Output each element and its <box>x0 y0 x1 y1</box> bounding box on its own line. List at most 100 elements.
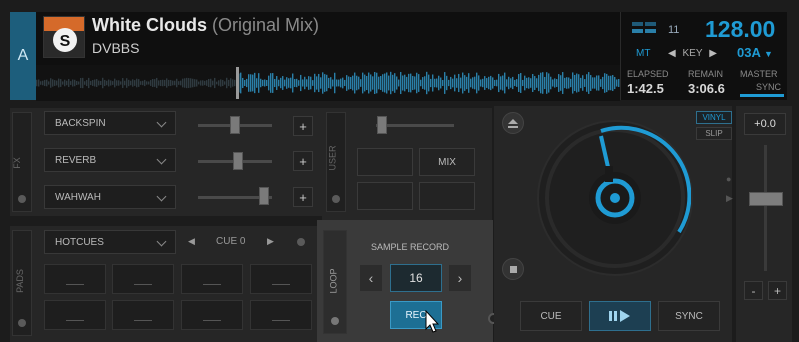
pitch-count: 11 <box>668 24 680 36</box>
pitch-slider-knob[interactable] <box>749 192 783 206</box>
pad-7[interactable] <box>181 300 243 330</box>
pitch-slider-track[interactable] <box>764 145 767 271</box>
waveform-bar <box>500 76 502 90</box>
pad-6[interactable] <box>112 300 174 330</box>
jog-wheel[interactable] <box>537 120 693 276</box>
pads-mode-dropdown[interactable]: HOTCUES <box>44 230 176 254</box>
pitch-plus-button[interactable]: + <box>768 281 787 300</box>
waveform-bar <box>406 76 408 90</box>
user-button-1[interactable] <box>357 148 413 176</box>
playhead-marker[interactable] <box>236 67 239 99</box>
master-tempo-button[interactable]: MT <box>636 48 650 59</box>
pitch-minus-button[interactable]: - <box>744 281 763 300</box>
waveform-bar <box>596 75 598 91</box>
bpm-display[interactable]: 128.00 <box>705 16 775 43</box>
waveform-bar <box>122 78 124 88</box>
waveform-bar <box>52 79 54 87</box>
waveform-bar <box>472 77 474 89</box>
elapsed-label: ELAPSED <box>627 69 669 79</box>
pads-led-2[interactable] <box>297 238 305 246</box>
user-led[interactable] <box>332 195 340 203</box>
pitch-value[interactable]: +0.0 <box>744 113 786 135</box>
waveform-bar <box>106 80 108 86</box>
vinyl-button[interactable]: VINYL <box>696 111 732 124</box>
waveform-bar <box>170 79 172 87</box>
fx-add-button-2[interactable]: + <box>293 151 313 171</box>
fx-dropdown-3[interactable]: WAHWAH <box>44 185 176 209</box>
fx-dropdown-2[interactable]: REVERB <box>44 148 176 172</box>
chevron-down-icon <box>156 191 167 202</box>
sampler-next-button[interactable]: › <box>448 264 472 292</box>
key-control[interactable]: ◀ KEY ▶ <box>668 48 717 59</box>
waveform-bar <box>326 74 328 92</box>
pad-1[interactable] <box>44 264 106 294</box>
waveform-bar <box>410 73 412 93</box>
user-button-2[interactable] <box>357 182 413 210</box>
waveform-bar <box>466 76 468 90</box>
waveform-bar <box>172 80 174 86</box>
waveform-bar <box>152 79 154 87</box>
pad-8[interactable] <box>250 300 312 330</box>
waveform-bar <box>120 81 122 85</box>
remain-time[interactable]: 3:06.6 <box>688 81 725 96</box>
stop-icon <box>509 265 517 273</box>
waveform-bar <box>282 76 284 90</box>
cue-next-icon[interactable]: ▶ <box>267 236 274 247</box>
pads-label: PADS <box>14 269 25 293</box>
user-slider-track[interactable] <box>376 124 454 127</box>
eject-button[interactable] <box>502 112 524 134</box>
sync-indicator <box>740 94 784 97</box>
chevron-down-icon: ▼ <box>764 49 773 59</box>
waveform-bar <box>506 79 508 87</box>
fx-add-button-1[interactable]: + <box>293 116 313 136</box>
waveform-bar <box>434 78 436 88</box>
pads-led[interactable] <box>18 319 26 327</box>
pad-5[interactable] <box>44 300 106 330</box>
waveform-bar <box>520 73 522 93</box>
loop-led[interactable] <box>331 317 339 325</box>
elapsed-time[interactable]: 1:42.5 <box>627 81 664 96</box>
key-left-icon[interactable]: ◀ <box>668 48 676 59</box>
sampler-value-field[interactable]: 16 <box>390 264 442 292</box>
loop-label: LOOP <box>328 268 339 294</box>
key-right-icon[interactable]: ▶ <box>709 48 717 59</box>
mix-button[interactable]: MIX <box>419 148 475 176</box>
sync-button[interactable]: SYNC <box>658 301 720 331</box>
pad-4[interactable] <box>250 264 312 294</box>
deck-letter[interactable]: A <box>10 12 36 100</box>
waveform-bar <box>508 76 510 90</box>
stop-button[interactable] <box>502 258 524 280</box>
fx-slider-1-knob[interactable] <box>230 116 240 134</box>
waveform-bar <box>538 74 540 92</box>
fx-slider-3-knob[interactable] <box>258 187 269 205</box>
waveform[interactable] <box>36 65 620 101</box>
lock-icon[interactable]: ● <box>726 174 731 184</box>
slip-button[interactable]: SLIP <box>696 127 732 140</box>
track-artist: DVBBS <box>92 40 140 56</box>
play-pause-button[interactable] <box>589 301 651 331</box>
waveform-bar <box>444 72 446 94</box>
user-button-3[interactable] <box>419 182 475 210</box>
fx-slider-2-knob[interactable] <box>233 152 244 170</box>
cue-button[interactable]: CUE <box>520 301 582 331</box>
cue-prev-icon[interactable]: ◀ <box>188 236 195 247</box>
waveform-bar <box>460 77 462 89</box>
fx-dropdown-1[interactable]: BACKSPIN <box>44 111 176 135</box>
master-label[interactable]: MASTER <box>740 69 778 79</box>
fx-add-button-3[interactable]: + <box>293 187 313 207</box>
fx-led[interactable] <box>18 195 26 203</box>
waveform-bar <box>114 78 116 88</box>
waveform-bar <box>316 76 318 90</box>
user-slider-knob[interactable] <box>377 116 387 134</box>
pad-3[interactable] <box>181 264 243 294</box>
waveform-bar <box>474 76 476 90</box>
pad-2[interactable] <box>112 264 174 294</box>
key-value[interactable]: 03A ▼ <box>737 45 773 60</box>
waveform-bar <box>358 76 360 90</box>
waveform-bar <box>230 78 232 88</box>
waveform-bar <box>482 78 484 88</box>
waveform-bar <box>202 80 204 86</box>
sync-label[interactable]: SYNC <box>756 82 781 92</box>
sampler-prev-button[interactable]: ‹ <box>359 264 383 292</box>
waveform-bar <box>368 72 370 94</box>
